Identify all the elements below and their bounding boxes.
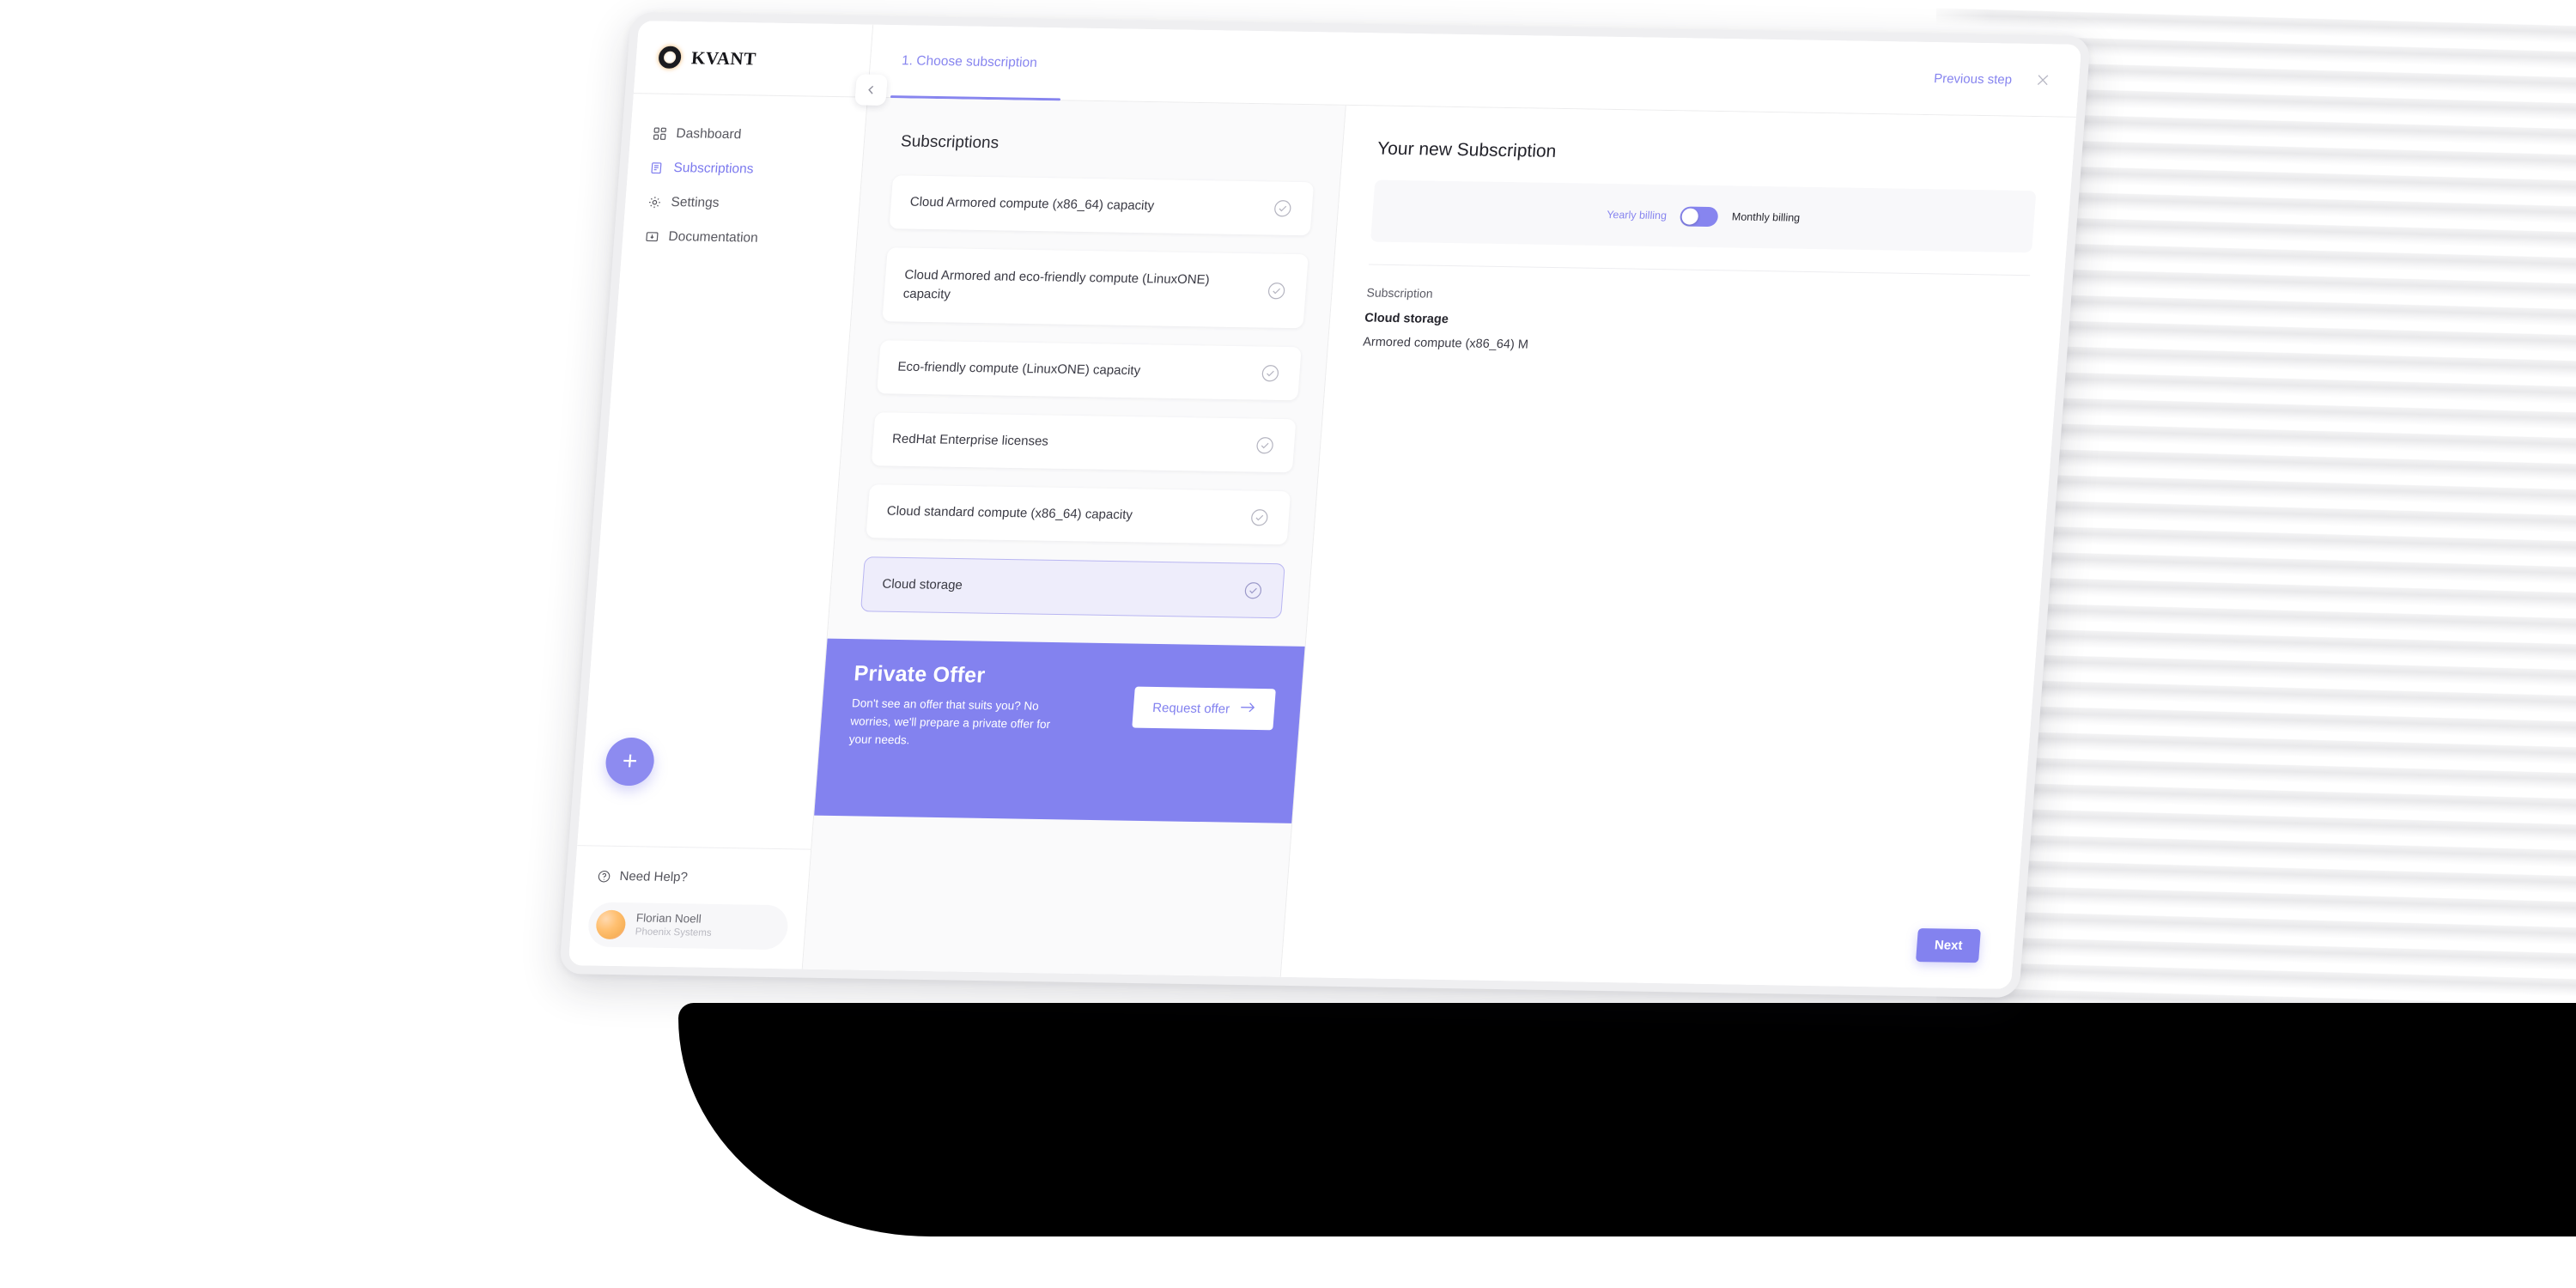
summary-title: Your new Subscription bbox=[1376, 138, 1558, 161]
request-offer-label: Request offer bbox=[1151, 700, 1230, 716]
subscription-item-label: Cloud Armored compute (x86_64) capacity bbox=[909, 194, 1155, 214]
ring-logo-icon bbox=[658, 46, 683, 69]
request-offer-button[interactable]: Request offer bbox=[1132, 686, 1276, 731]
check-circle-icon[interactable] bbox=[1249, 507, 1271, 528]
avatar bbox=[595, 909, 627, 940]
check-circle-icon[interactable] bbox=[1242, 580, 1265, 601]
check-circle-icon[interactable] bbox=[1266, 281, 1288, 301]
sidebar-item-subscriptions[interactable]: Subscriptions bbox=[627, 150, 863, 188]
subscription-item-selected[interactable]: Cloud storage bbox=[860, 556, 1285, 619]
check-circle-icon[interactable] bbox=[1272, 198, 1294, 219]
main-area: 1. Choose subscription Previous step Sub… bbox=[802, 24, 2082, 989]
private-offer-banner: Private Offer Don't see an offer that su… bbox=[814, 638, 1305, 823]
billing-toggle-group: Yearly billing Monthly billing bbox=[1370, 179, 2037, 253]
need-help-label: Need Help? bbox=[618, 868, 689, 885]
arrow-right-icon bbox=[1239, 702, 1255, 717]
close-icon[interactable] bbox=[2033, 71, 2052, 88]
sidebar-item-dashboard[interactable]: Dashboard bbox=[629, 116, 866, 154]
yearly-billing-label[interactable]: Yearly billing bbox=[1607, 209, 1668, 222]
sidebar-footer: Need Help? Florian Noell Phoenix Systems bbox=[568, 845, 811, 969]
subscription-item-label: Cloud standard compute (x86_64) capacity bbox=[886, 503, 1133, 523]
private-offer-text: Don't see an offer that suits you? No wo… bbox=[848, 696, 1051, 747]
subscription-item-label: Eco-friendly compute (LinuxONE) capacity bbox=[896, 359, 1141, 379]
subscription-item-label: Cloud storage bbox=[881, 576, 963, 593]
summary-subscription-detail: Armored compute (x86_64) M bbox=[1362, 335, 1529, 352]
subscription-item[interactable]: Cloud standard compute (x86_64) capacity bbox=[866, 484, 1291, 545]
monthly-billing-label[interactable]: Monthly billing bbox=[1731, 210, 1800, 223]
plus-icon: + bbox=[621, 746, 639, 776]
subscription-list-panel: Subscriptions Cloud Armored compute (x86… bbox=[802, 97, 1346, 977]
subscription-item[interactable]: Cloud Armored and eco-friendly compute (… bbox=[882, 247, 1309, 329]
window-wrapper: KVANT Dashboard Subscriptions Settings D… bbox=[0, 0, 2576, 1288]
subscription-item-label: RedHat Enterprise licenses bbox=[891, 431, 1049, 449]
step-label: 1. Choose subscription bbox=[901, 53, 1038, 70]
user-name: Florian Noell bbox=[635, 911, 702, 926]
page-title: Subscriptions bbox=[900, 132, 999, 153]
sidebar-item-label: Settings bbox=[670, 195, 720, 210]
next-button[interactable]: Next bbox=[1916, 928, 1981, 963]
sidebar-nav: Dashboard Subscriptions Settings Documen… bbox=[622, 94, 867, 257]
check-circle-icon[interactable] bbox=[1260, 363, 1282, 384]
sidebar-item-settings[interactable]: Settings bbox=[624, 185, 860, 222]
tab-choose-subscription[interactable]: 1. Choose subscription bbox=[899, 25, 1040, 100]
sidebar-item-label: Dashboard bbox=[675, 126, 742, 143]
user-card[interactable]: Florian Noell Phoenix Systems bbox=[586, 902, 790, 951]
billing-toggle[interactable] bbox=[1680, 205, 1719, 227]
previous-step-link[interactable]: Previous step bbox=[1934, 71, 2013, 87]
summary-subscription-name: Cloud storage bbox=[1364, 311, 1449, 327]
user-org: Phoenix Systems bbox=[635, 927, 713, 939]
sidebar-item-label: Documentation bbox=[667, 229, 759, 246]
brand: KVANT bbox=[633, 21, 873, 98]
toggle-knob bbox=[1681, 207, 1699, 225]
app-window: KVANT Dashboard Subscriptions Settings D… bbox=[559, 11, 2091, 999]
subscription-item-label: Cloud Armored and eco-friendly compute (… bbox=[902, 267, 1211, 302]
document-icon bbox=[645, 230, 659, 244]
subscriptions-icon bbox=[650, 161, 665, 175]
subscription-item[interactable]: RedHat Enterprise licenses bbox=[871, 412, 1297, 473]
check-circle-icon[interactable] bbox=[1254, 435, 1276, 456]
chevron-left-icon bbox=[865, 84, 878, 96]
topbar-actions: Previous step bbox=[1933, 70, 2079, 89]
sidebar-item-documentation[interactable]: Documentation bbox=[622, 219, 858, 257]
summary-key: Subscription bbox=[1366, 285, 1434, 301]
summary-panel: Your new Subscription Yearly billing Mon… bbox=[1280, 105, 2076, 989]
divider bbox=[1369, 264, 2031, 276]
subscription-item[interactable]: Eco-friendly compute (LinuxONE) capacity bbox=[877, 340, 1302, 401]
question-circle-icon bbox=[597, 869, 611, 883]
fab-row: + bbox=[577, 737, 818, 848]
subscription-item[interactable]: Cloud Armored compute (x86_64) capacity bbox=[889, 175, 1315, 236]
private-offer-title: Private Offer bbox=[853, 661, 987, 688]
need-help-button[interactable]: Need Help? bbox=[590, 863, 792, 905]
content-row: Subscriptions Cloud Armored compute (x86… bbox=[802, 97, 2076, 989]
sidebar-collapse-button[interactable] bbox=[854, 74, 888, 106]
sidebar-item-label: Subscriptions bbox=[672, 161, 755, 177]
dashboard-icon bbox=[653, 127, 667, 141]
brand-name: KVANT bbox=[690, 46, 757, 69]
screenshot-root: KVANT Dashboard Subscriptions Settings D… bbox=[0, 0, 2576, 1288]
next-button-row: Next bbox=[1315, 918, 1981, 988]
gear-icon bbox=[647, 196, 662, 210]
add-button[interactable]: + bbox=[604, 737, 656, 787]
